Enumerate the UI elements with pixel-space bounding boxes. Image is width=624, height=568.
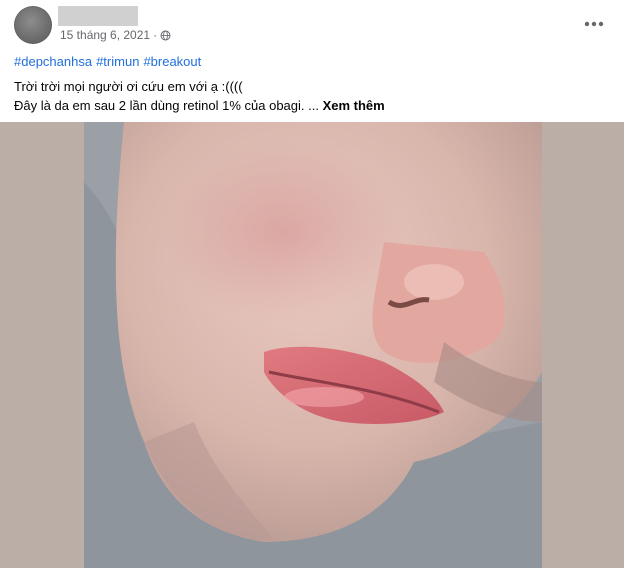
hashtag-link[interactable]: #breakout bbox=[143, 54, 201, 69]
post-text: Trời trời mọi người ơi cứu em với ạ :(((… bbox=[14, 77, 614, 115]
facebook-post: 15 tháng 6, 2021 · #depchanhsa #trimun #… bbox=[0, 0, 624, 568]
post-date[interactable]: 15 tháng 6, 2021 bbox=[60, 28, 150, 42]
post-media bbox=[0, 122, 624, 568]
globe-icon bbox=[160, 30, 171, 40]
face-photo bbox=[84, 122, 542, 568]
meta-separator: · bbox=[153, 28, 158, 42]
hashtag-link[interactable]: #trimun bbox=[96, 54, 139, 69]
post-header: 15 tháng 6, 2021 · bbox=[0, 0, 624, 50]
hashtag-list: #depchanhsa #trimun #breakout bbox=[14, 54, 201, 69]
more-horizontal-icon[interactable] bbox=[582, 12, 606, 36]
see-more-link[interactable]: Xem thêm bbox=[323, 98, 385, 113]
hashtag-link[interactable]: #depchanhsa bbox=[14, 54, 92, 69]
post-meta: 15 tháng 6, 2021 · bbox=[60, 28, 171, 42]
author-name-redacted bbox=[58, 6, 138, 26]
post-text-excerpt: Đây là da em sau 2 lần dùng retinol 1% c… bbox=[14, 98, 319, 113]
post-text-line: Đây là da em sau 2 lần dùng retinol 1% c… bbox=[14, 96, 614, 115]
post-text-line: Trời trời mọi người ơi cứu em với ạ :(((… bbox=[14, 79, 243, 94]
post-photo[interactable] bbox=[84, 122, 542, 568]
avatar[interactable] bbox=[14, 6, 52, 44]
